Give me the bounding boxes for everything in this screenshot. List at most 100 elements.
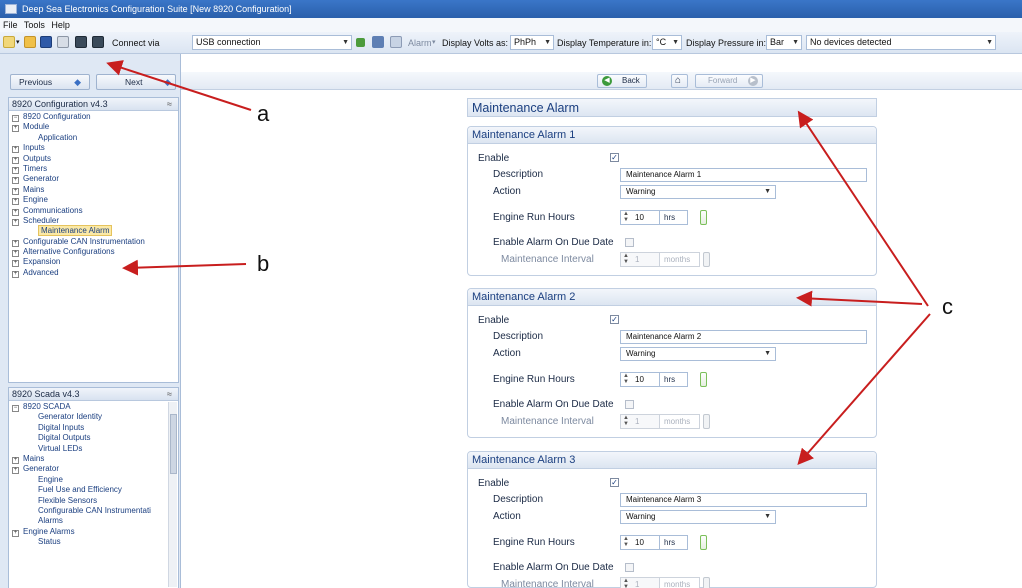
forward-button[interactable]: Forward ▶ [695,74,763,88]
spinner-arrows-icon[interactable]: ▲ ▼ [623,373,629,385]
scada-icon[interactable] [372,36,384,48]
engine-run-hours-slider-thumb[interactable] [700,210,707,225]
engine-run-hours-slider-track[interactable] [700,542,865,543]
due-date-checkbox[interactable] [625,563,634,572]
tree-item[interactable]: + Advanced [9,268,178,278]
tree-item[interactable]: Virtual LEDs [9,444,178,454]
tree-item[interactable]: Generator Identity [9,412,178,422]
expand-node-icon[interactable]: + [12,260,19,268]
next-button[interactable]: Next ◆ [96,74,176,90]
tree-item[interactable]: Engine [9,475,178,485]
engine-run-hours-spinner[interactable]: ▲ ▼ 10 [620,210,660,225]
maintenance-interval-spinner[interactable]: ▲ ▼ 1 [620,414,660,429]
tree-item[interactable]: + Generator [9,464,178,475]
expand-node-icon[interactable]: + [12,529,19,537]
tree-item[interactable]: + Mains [9,454,178,464]
tree-item[interactable]: Maintenance Alarm [9,225,178,237]
scada-tree-scrollbar[interactable] [168,402,177,587]
expand-node-icon[interactable]: + [12,239,19,247]
spinner-arrows-icon[interactable]: ▲ ▼ [623,578,629,588]
menu-tools[interactable]: Tools [24,20,45,30]
expand-node-icon[interactable]: + [12,270,19,278]
expand-node-icon[interactable]: + [12,187,19,195]
back-button[interactable]: ◀ Back [597,74,647,88]
tree-item[interactable]: Digital Inputs [9,423,178,433]
expand-node-icon[interactable]: + [12,177,19,185]
expand-node-icon[interactable]: + [12,208,19,216]
tree-item[interactable]: + Engine Alarms [9,527,178,537]
expand-node-icon[interactable]: + [12,156,19,164]
pressure-select[interactable]: Bar ▼ [766,35,802,50]
menu-help[interactable]: Help [51,20,70,30]
spinner-arrows-icon[interactable]: ▲ ▼ [623,211,629,223]
expand-node-icon[interactable]: + [12,456,19,464]
tree-item[interactable]: Digital Outputs [9,433,178,443]
maintenance-interval-slider-track[interactable] [708,259,865,260]
description-input[interactable]: Maintenance Alarm 1 [620,168,867,182]
tree-item[interactable]: Configurable CAN Instrumentati [9,506,178,516]
tree-item[interactable]: + Engine [9,195,178,206]
expand-node-icon[interactable]: + [12,250,19,258]
maintenance-interval-slider-thumb[interactable] [703,577,710,588]
due-date-checkbox[interactable] [625,238,634,247]
engine-run-hours-slider-track[interactable] [700,217,865,218]
tree-item[interactable]: −8920 SCADA [9,402,178,412]
tree-item[interactable]: −8920 Configuration [9,112,178,122]
action-select[interactable]: Warning ▼ [620,185,776,199]
engine-run-hours-slider-track[interactable] [700,379,865,380]
alarm-label[interactable]: Alarm [408,32,432,54]
description-input[interactable]: Maintenance Alarm 2 [620,330,867,344]
engine-run-hours-spinner[interactable]: ▲ ▼ 10 [620,372,660,387]
maintenance-interval-spinner[interactable]: ▲ ▼ 1 [620,252,660,267]
home-button[interactable]: ⌂ [671,74,688,88]
alarm-icon[interactable] [390,36,402,48]
spinner-arrows-icon[interactable]: ▲ ▼ [623,253,629,265]
engine-run-hours-slider-thumb[interactable] [700,372,707,387]
spinner-arrows-icon[interactable]: ▲ ▼ [623,415,629,427]
open-folder-icon[interactable] [24,36,36,48]
collapse-node-icon[interactable]: − [12,405,19,412]
tree-item[interactable]: + Mains [9,185,178,195]
scrollbar-thumb[interactable] [170,414,177,474]
maintenance-interval-slider-thumb[interactable] [703,414,710,429]
engine-run-hours-spinner[interactable]: ▲ ▼ 10 [620,535,660,550]
tree-item[interactable]: + Communications [9,206,178,216]
collapse-icon[interactable]: ≈ [167,388,172,401]
save-icon[interactable] [40,36,52,48]
expand-node-icon[interactable]: + [12,146,19,154]
menu-file[interactable]: File [3,20,18,30]
expand-node-icon[interactable]: + [12,166,19,174]
engine-run-hours-slider-thumb[interactable] [700,535,707,550]
maintenance-interval-slider-track[interactable] [708,421,865,422]
tree-item[interactable]: + Module [9,122,178,133]
maintenance-interval-slider-track[interactable] [708,584,865,585]
tree-item[interactable]: + Configurable CAN Instrumentation [9,237,178,247]
tree-item[interactable]: + Generator [9,174,178,185]
tree-item[interactable]: Flexible Sensors [9,496,178,506]
volts-select[interactable]: PhPh ▼ [510,35,554,50]
maintenance-interval-spinner[interactable]: ▲ ▼ 1 [620,577,660,588]
read-from-module-icon[interactable] [75,36,87,48]
tree-item[interactable]: Alarms [9,516,178,526]
temperature-select[interactable]: °C ▼ [652,35,682,50]
new-file-icon[interactable] [3,36,15,48]
previous-button[interactable]: Previous ◆ [10,74,90,90]
print-icon[interactable] [57,36,69,48]
enable-checkbox[interactable]: ✓ [610,478,619,487]
tree-item[interactable]: + Expansion [9,257,178,268]
new-dropdown-arrow-icon[interactable]: ▾ [16,32,20,54]
collapse-node-icon[interactable]: − [12,115,19,122]
tree-item[interactable]: Status [9,537,178,547]
description-input[interactable]: Maintenance Alarm 3 [620,493,867,507]
tree-item[interactable]: Fuel Use and Efficiency [9,485,178,495]
connect-icon[interactable] [356,38,365,47]
collapse-icon[interactable]: ≈ [167,98,172,111]
expand-node-icon[interactable]: + [12,467,19,475]
maintenance-interval-slider-thumb[interactable] [703,252,710,267]
tree-item[interactable]: + Outputs [9,154,178,164]
tree-item[interactable]: Application [9,133,178,143]
tree-item[interactable]: + Alternative Configurations [9,247,178,258]
tree-item[interactable]: + Inputs [9,143,178,154]
tree-item[interactable]: + Timers [9,164,178,174]
connect-via-select[interactable]: USB connection ▼ [192,35,352,50]
